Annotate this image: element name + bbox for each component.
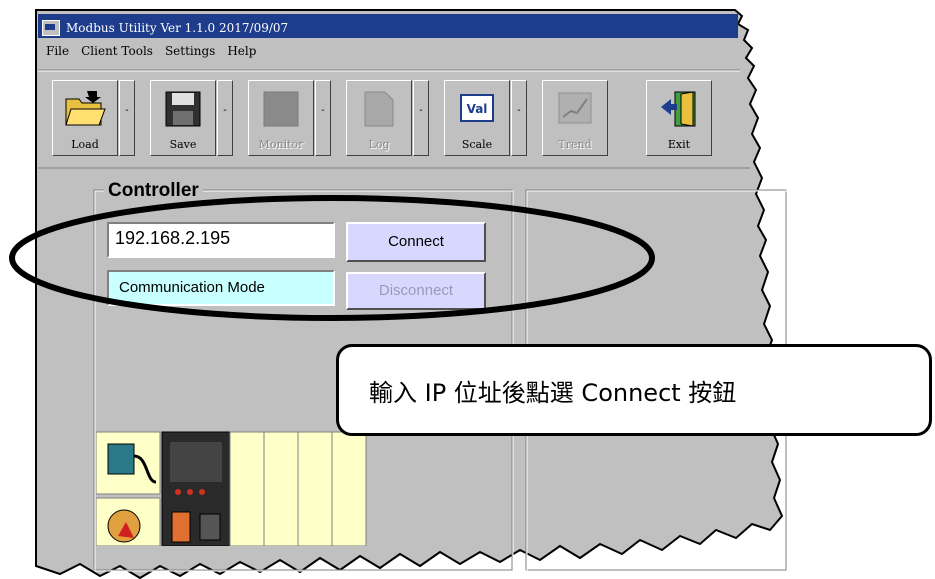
ip-address-input[interactable]: 192.168.2.195 [107, 222, 335, 258]
log-button[interactable]: Log [346, 80, 412, 156]
menu-client-tools[interactable]: Client Tools [81, 44, 153, 58]
disconnect-button[interactable]: Disconnect [346, 272, 486, 310]
save-label: Save [169, 138, 197, 151]
communication-mode-box[interactable]: Communication Mode [107, 270, 335, 306]
log-label: Log [368, 138, 390, 151]
monitor-label: Monitor [258, 138, 304, 151]
menu-bar: File Client Tools Settings Help [46, 44, 256, 58]
trend-chart-icon [558, 92, 592, 124]
controller-group-title: Controller [104, 180, 203, 202]
document-icon [364, 91, 394, 127]
monitor-button[interactable]: Monitor [248, 80, 314, 156]
controller-hardware-preview [96, 431, 367, 546]
empty-slot-1 [229, 431, 265, 546]
exit-door-icon [661, 91, 696, 127]
monitor-icon [263, 91, 299, 127]
scale-dropdown[interactable]: - [511, 80, 527, 156]
menu-file[interactable]: File [46, 44, 69, 58]
connect-button[interactable]: Connect [346, 222, 486, 262]
trend-label: Trend [558, 138, 592, 151]
folder-open-icon [65, 91, 106, 126]
log-dropdown[interactable]: - [413, 80, 429, 156]
empty-slot-2 [263, 431, 299, 546]
scale-label: Scale [461, 138, 493, 151]
exit-button[interactable]: Exit [646, 80, 712, 156]
trend-button[interactable]: Trend [542, 80, 608, 156]
load-label: Load [71, 138, 99, 151]
modbus-utility-window: Modbus Utility Ver 1.1.0 2017/09/07 File… [0, 0, 935, 579]
instruction-callout: 輸入 IP 位址後點選 Connect 按鈕 [336, 344, 932, 436]
scale-button[interactable]: Val Scale [444, 80, 510, 156]
val-scale-icon: Val [460, 94, 494, 122]
callout-text: 輸入 IP 位址後點選 Connect 按鈕 [369, 378, 737, 407]
exit-label: Exit [667, 138, 691, 151]
load-button[interactable]: Load [52, 80, 118, 156]
empty-slot-3 [297, 431, 333, 546]
svg-text:Val: Val [467, 102, 488, 116]
menu-help[interactable]: Help [227, 44, 256, 58]
window-title: Modbus Utility Ver 1.1.0 2017/09/07 [66, 21, 289, 35]
title-bar: Modbus Utility Ver 1.1.0 2017/09/07 [42, 18, 742, 38]
menu-settings[interactable]: Settings [165, 44, 215, 58]
load-dropdown[interactable]: - [119, 80, 135, 156]
app-icon [42, 20, 60, 36]
save-button[interactable]: Save [150, 80, 216, 156]
monitor-dropdown[interactable]: - [315, 80, 331, 156]
empty-slot-4 [331, 431, 367, 546]
save-dropdown[interactable]: - [217, 80, 233, 156]
floppy-disk-icon [165, 91, 201, 127]
